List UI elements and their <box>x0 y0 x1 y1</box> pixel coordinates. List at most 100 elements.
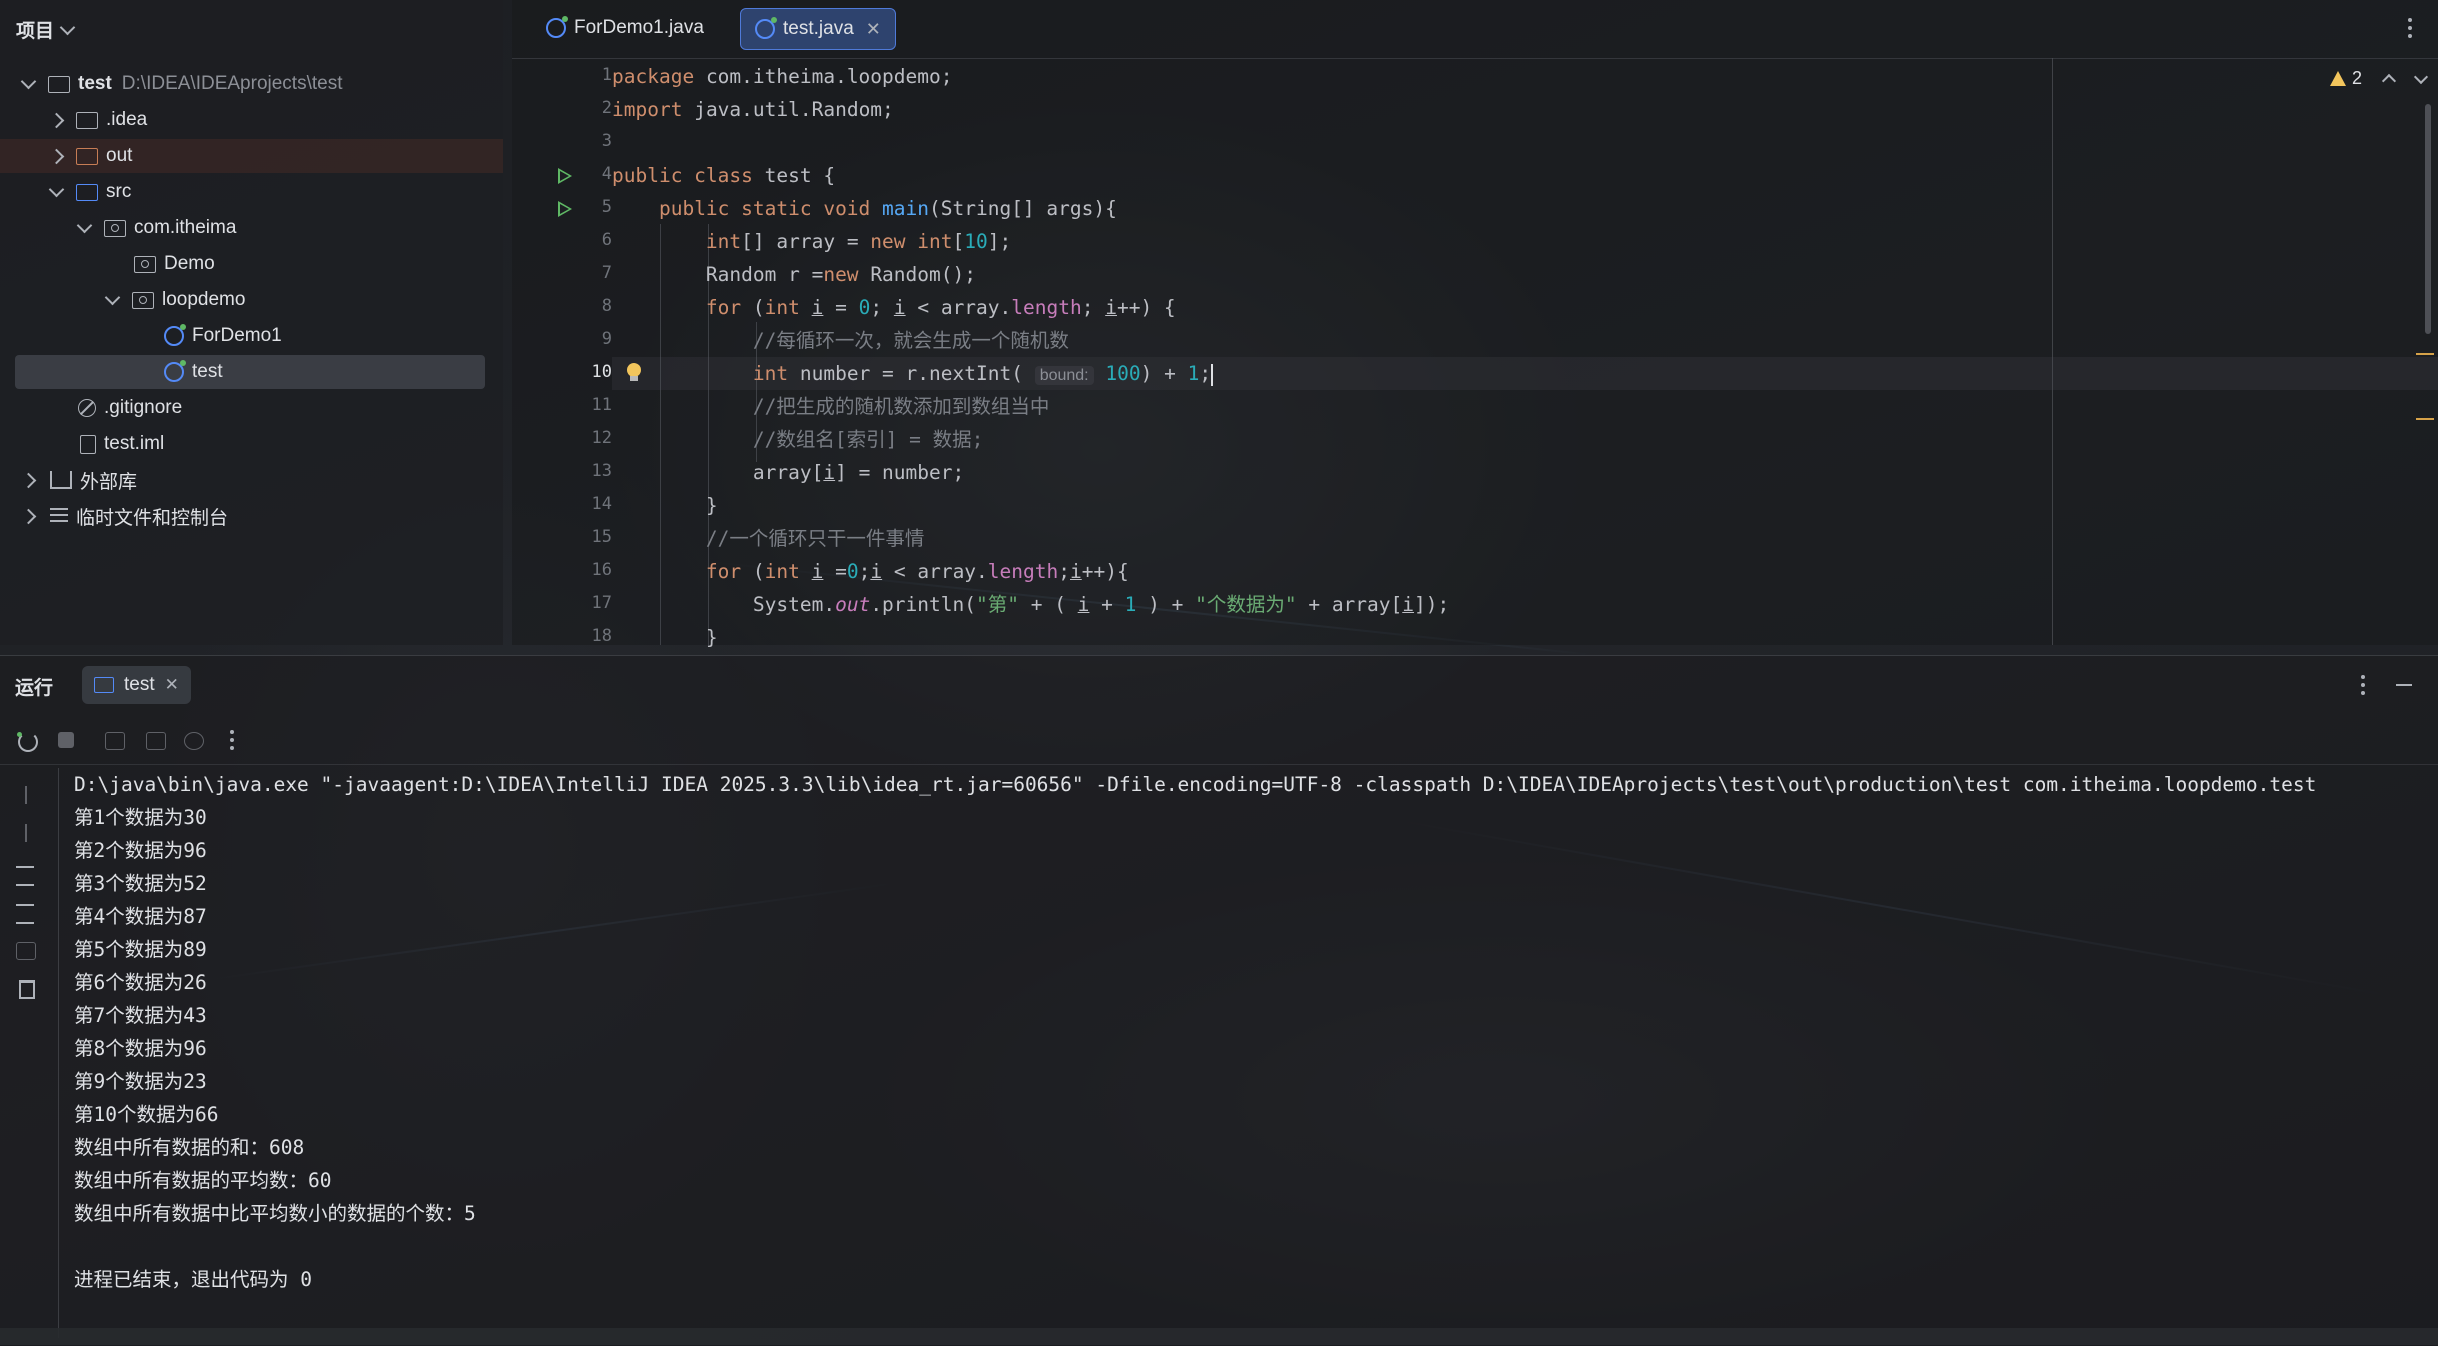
tree-item-loopdemo[interactable]: loopdemo <box>0 283 503 317</box>
text-caret <box>1211 363 1214 386</box>
tree-item-label: .idea <box>106 109 148 130</box>
run-tab-test[interactable]: test ✕ <box>82 666 191 704</box>
chevron-right-icon <box>48 112 64 128</box>
tree-item-label: Demo <box>164 253 215 274</box>
more-icon[interactable] <box>230 730 234 754</box>
trash-icon[interactable] <box>19 980 35 999</box>
tab-fordemo1[interactable]: ForDemo1.java <box>532 8 718 48</box>
arrow-up-icon[interactable] <box>25 786 27 804</box>
tree-item-idea[interactable]: .idea <box>0 103 503 137</box>
chevron-right-icon <box>20 472 36 488</box>
tree-item-gitignore[interactable]: .gitignore <box>0 391 503 425</box>
run-toolbar <box>0 718 2438 765</box>
scratch-icon <box>50 508 68 524</box>
line-number: 3 <box>601 131 612 151</box>
status-bar <box>0 1328 2438 1345</box>
minimize-icon[interactable] <box>2396 684 2412 686</box>
line-number: 14 <box>591 494 612 514</box>
camera-icon[interactable] <box>105 732 125 750</box>
inspection-widget[interactable]: 2 <box>2330 68 2429 89</box>
run-panel-title: 运行 <box>15 678 54 699</box>
console-line: D:\java\bin\java.exe "-javaagent:D:\IDEA… <box>74 773 2317 796</box>
tree-item-fordemo1[interactable]: ForDemo1 <box>0 319 503 353</box>
chevron-up-icon[interactable] <box>2381 73 2397 88</box>
tree-item-root[interactable]: test D:\IDEA\IDEAprojects\test <box>0 67 503 101</box>
tree-item-label: 外部库 <box>80 471 138 493</box>
console-icon <box>94 677 114 693</box>
scroll-to-end-icon[interactable] <box>16 904 34 924</box>
warning-marker[interactable] <box>2416 418 2434 420</box>
close-icon[interactable]: ✕ <box>866 19 881 40</box>
chevron-down-icon <box>59 19 76 35</box>
profile-icon[interactable] <box>184 732 204 750</box>
tree-item-path: D:\IDEA\IDEAprojects\test <box>121 73 343 94</box>
code-view[interactable]: package com.itheima.loopdemo; import jav… <box>612 60 1449 649</box>
tree-item-src[interactable]: src <box>0 175 503 209</box>
tree-item-scratches[interactable]: 临时文件和控制台 <box>0 499 503 533</box>
chevron-down-icon[interactable] <box>2413 69 2429 84</box>
class-icon <box>164 360 186 382</box>
more-icon[interactable] <box>2361 675 2365 699</box>
soft-wrap-icon[interactable] <box>16 866 34 886</box>
console-line: 第9个数据为23 <box>74 1070 207 1093</box>
tree-item-external-libraries[interactable]: 外部库 <box>0 463 503 497</box>
package-icon <box>104 219 126 237</box>
print-icon[interactable] <box>16 942 36 960</box>
console-line: 第2个数据为96 <box>74 839 207 862</box>
tab-test[interactable]: test.java ✕ <box>740 8 896 50</box>
run-gutter-icon[interactable] <box>558 168 572 184</box>
class-icon <box>755 17 777 39</box>
line-number: 13 <box>591 461 612 481</box>
console-line: 第8个数据为96 <box>74 1037 207 1060</box>
tree-item-label: .gitignore <box>104 397 183 418</box>
tree-item-label: com.itheima <box>134 217 237 238</box>
package-icon <box>132 291 154 309</box>
warning-icon <box>2330 71 2346 86</box>
tree-item-com-itheima[interactable]: com.itheima <box>0 211 503 245</box>
line-number: 16 <box>591 560 612 580</box>
warning-marker[interactable] <box>2416 353 2434 355</box>
tree-item-demo[interactable]: Demo <box>0 247 503 281</box>
console-line: 第7个数据为43 <box>74 1004 207 1027</box>
console-line: 数组中所有数据的平均数：60 <box>74 1169 332 1192</box>
line-number: 11 <box>591 395 612 415</box>
run-gutter-icon[interactable] <box>558 201 572 217</box>
chevron-down-icon <box>104 289 120 306</box>
arrow-down-icon[interactable] <box>25 824 27 842</box>
line-number: 1 <box>601 65 612 85</box>
tree-item-test-iml[interactable]: test.iml <box>0 427 503 461</box>
class-icon <box>546 16 568 38</box>
line-number: 6 <box>601 230 612 250</box>
console-line: 第1个数据为30 <box>74 806 207 829</box>
chevron-down-icon <box>48 181 64 198</box>
project-header-label: 项目 <box>16 21 55 42</box>
console-line: 第3个数据为52 <box>74 872 207 895</box>
line-number: 17 <box>591 593 612 613</box>
run-tab-label: test <box>124 674 155 695</box>
console-line: 数组中所有数据中比平均数小的数据的个数：5 <box>74 1202 476 1225</box>
console-line: 第10个数据为66 <box>74 1103 219 1126</box>
warning-count: 2 <box>2352 68 2363 88</box>
console-line: 第4个数据为87 <box>74 905 207 928</box>
stop-icon[interactable] <box>58 732 74 748</box>
tree-item-test-class[interactable]: test <box>15 355 485 389</box>
tree-item-out[interactable]: out <box>0 139 503 173</box>
tree-item-label: ForDemo1 <box>192 325 282 346</box>
editor-scrollbar[interactable] <box>2425 104 2431 334</box>
line-number: 8 <box>601 296 612 316</box>
line-number: 15 <box>591 527 612 547</box>
tab-label: ForDemo1.java <box>574 17 704 38</box>
rerun-icon[interactable] <box>17 732 38 752</box>
tab-label: test.java <box>783 18 854 39</box>
chevron-down-icon <box>20 73 36 90</box>
line-number: 7 <box>601 263 612 283</box>
module-folder-icon <box>48 75 70 93</box>
line-number: 2 <box>601 98 612 118</box>
close-icon[interactable]: ✕ <box>165 675 179 695</box>
project-view-selector[interactable]: 项目 <box>16 16 76 43</box>
more-icon[interactable] <box>2408 18 2412 42</box>
project-panel: 项目 test D:\IDEA\IDEAprojects\test .idea … <box>0 0 503 645</box>
exit-icon[interactable] <box>146 732 166 750</box>
package-icon <box>134 255 156 273</box>
class-icon <box>164 324 186 346</box>
